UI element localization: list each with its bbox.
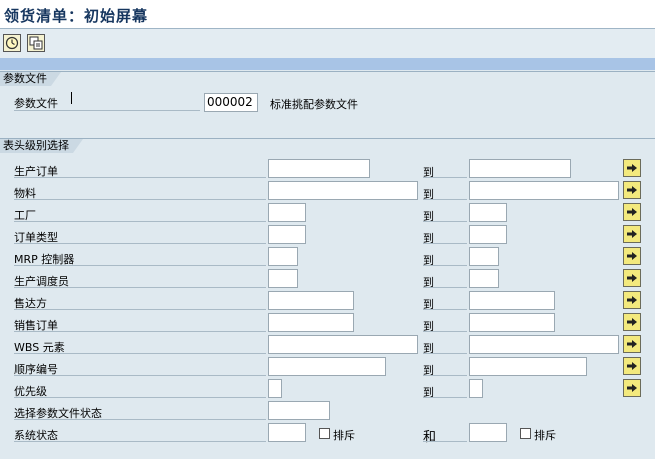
application-toolbar — [0, 29, 655, 58]
order-type-to[interactable] — [469, 225, 507, 244]
row-underline — [423, 353, 467, 354]
and-label: 和 — [423, 430, 437, 445]
row-underline — [14, 441, 266, 442]
sequence-number-from[interactable] — [268, 357, 386, 376]
row-underline — [423, 177, 467, 178]
system-status-input[interactable] — [268, 423, 306, 442]
param-file-input[interactable]: 000002 — [204, 93, 258, 112]
row-underline — [423, 441, 467, 442]
multiple-selection-arrow-icon[interactable] — [623, 269, 641, 287]
wbs-element-from[interactable] — [268, 335, 418, 354]
plant-to[interactable] — [469, 203, 507, 222]
priority-to[interactable] — [469, 379, 483, 398]
row-underline — [14, 309, 266, 310]
sales-order-to[interactable] — [469, 313, 555, 332]
sequence-number-to[interactable] — [469, 357, 587, 376]
label-underline — [14, 110, 200, 111]
row-underline — [423, 375, 467, 376]
production-order-to[interactable] — [469, 159, 571, 178]
row-underline — [14, 419, 266, 420]
wbs-element-to[interactable] — [469, 335, 619, 354]
mrp-controller-from[interactable] — [268, 247, 298, 266]
production-scheduler-from[interactable] — [268, 269, 298, 288]
multiple-selection-arrow-icon[interactable] — [623, 379, 641, 397]
row-underline — [14, 353, 266, 354]
execute-clock-icon[interactable] — [3, 34, 21, 52]
material-to[interactable] — [469, 181, 619, 200]
row-underline — [14, 331, 266, 332]
sold-to-party-to[interactable] — [469, 291, 555, 310]
window-title: 领货清单：初始屏幕 — [4, 7, 149, 25]
row-underline — [14, 177, 266, 178]
production-order-from[interactable] — [268, 159, 370, 178]
header-band — [0, 58, 655, 70]
sold-to-party-from[interactable] — [268, 291, 354, 310]
row-underline — [423, 397, 467, 398]
row-underline — [423, 221, 467, 222]
row-underline — [14, 243, 266, 244]
multiple-selection-arrow-icon[interactable] — [623, 313, 641, 331]
multiple-selection-arrow-icon[interactable] — [623, 181, 641, 199]
title-bar: 领货清单：初始屏幕 — [0, 0, 655, 29]
row-underline — [14, 265, 266, 266]
exclude-checkbox[interactable] — [319, 428, 330, 439]
row-underline — [423, 199, 467, 200]
row-underline — [423, 243, 467, 244]
row-underline — [423, 265, 467, 266]
exclude-checkbox-2[interactable] — [520, 428, 531, 439]
row-underline — [14, 375, 266, 376]
param-file-label: 参数文件 — [14, 97, 58, 110]
multiple-selection-arrow-icon[interactable] — [623, 225, 641, 243]
multiple-selection-arrow-icon[interactable] — [623, 357, 641, 375]
row-underline — [423, 331, 467, 332]
plant-from[interactable] — [268, 203, 306, 222]
param-file-description: 标准挑配参数文件 — [270, 98, 358, 111]
exclude-label-2: 排斥 — [534, 429, 556, 442]
text-cursor — [71, 92, 72, 104]
system-status-and-input[interactable] — [469, 423, 507, 442]
header-selection-group: 表头级别选择 生产订单 到 物料 到 工厂 到 订单类型 到 MRP 控制器 到 — [0, 138, 655, 459]
multiple-selection-arrow-icon[interactable] — [623, 159, 641, 177]
param-group: 参数文件 参数文件 000002 标准挑配参数文件 — [0, 71, 655, 128]
exclude-label: 排斥 — [333, 429, 355, 442]
row-underline — [14, 221, 266, 222]
row-underline — [14, 397, 266, 398]
param-group-title: 参数文件 — [0, 72, 61, 86]
row-underline — [14, 199, 266, 200]
order-type-from[interactable] — [268, 225, 306, 244]
row-underline — [423, 309, 467, 310]
copy-variant-icon[interactable] — [27, 34, 45, 52]
priority-from[interactable] — [268, 379, 282, 398]
multiple-selection-arrow-icon[interactable] — [623, 203, 641, 221]
row-underline — [423, 287, 467, 288]
row-underline — [14, 287, 266, 288]
multiple-selection-arrow-icon[interactable] — [623, 247, 641, 265]
multiple-selection-arrow-icon[interactable] — [623, 335, 641, 353]
mrp-controller-to[interactable] — [469, 247, 499, 266]
sales-order-from[interactable] — [268, 313, 354, 332]
production-scheduler-to[interactable] — [469, 269, 499, 288]
multiple-selection-arrow-icon[interactable] — [623, 291, 641, 309]
material-from[interactable] — [268, 181, 418, 200]
header-selection-title: 表头级别选择 — [0, 139, 83, 153]
selection-profile-status-input[interactable] — [268, 401, 330, 420]
